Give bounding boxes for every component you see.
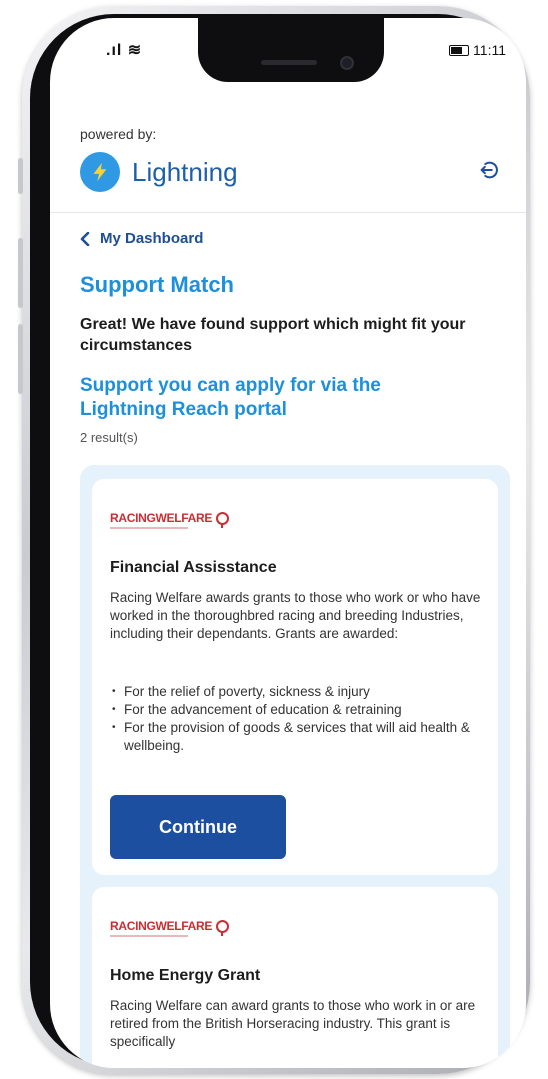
back-label: My Dashboard [100,230,204,247]
brand-logo[interactable]: Lightning [80,152,238,192]
card-title: Financial Assisstance [110,559,277,576]
logo-text: RACINGWELFARE [110,919,213,933]
app-screen: .ıl ≋ 11:11 powered by: Lightning My Das… [50,18,526,1068]
location-pin-icon [216,511,230,528]
volume-up-button [18,238,23,308]
volume-down-button [18,324,23,394]
notch [198,18,384,82]
lightning-bolt-icon [80,152,120,192]
wifi-icon: ≋ [127,42,143,59]
logo-tagline [110,527,188,529]
support-card: RACINGWELFARE Home Energy Grant Racing W… [92,887,498,1068]
status-right: 11:11 [449,42,506,58]
chevron-left-icon [80,231,90,246]
list-item: For the relief of poverty, sickness & in… [110,683,482,701]
intro-text: Great! We have found support which might… [80,316,466,354]
list-item: For the provision of goods & services th… [110,719,482,755]
continue-button[interactable]: Continue [110,795,286,859]
speaker-grille [261,60,317,65]
status-time: 11:11 [473,42,506,58]
results-count: 2 result(s) [80,430,138,445]
logout-icon[interactable] [478,159,500,181]
brand-name: Lightning [132,156,238,187]
page-title: Support Match [80,272,234,297]
card-description: Racing Welfare awards grants to those wh… [110,590,481,641]
eligibility-list: For the relief of poverty, sickness & in… [110,683,482,755]
support-card: RACINGWELFARE Financial Assisstance Raci… [92,479,498,875]
back-to-dashboard-link[interactable]: My Dashboard [80,230,203,247]
racing-welfare-logo: RACINGWELFARE [110,511,230,528]
mute-switch [18,158,23,194]
status-signal: .ıl ≋ [106,40,142,60]
front-camera [340,56,354,70]
battery-icon [449,44,470,56]
list-item: For the advancement of education & retra… [110,701,482,719]
results-panel: RACINGWELFARE Financial Assisstance Raci… [80,465,510,1068]
logo-text: RACINGWELFARE [110,511,213,525]
card-description: Racing Welfare can award grants to those… [110,998,476,1049]
section-title: Support you can apply for via the Lightn… [80,375,381,420]
location-pin-icon [216,919,230,936]
card-title: Home Energy Grant [110,967,261,984]
powered-by-label: powered by: [80,126,157,142]
logo-tagline [110,935,188,937]
racing-welfare-logo: RACINGWELFARE [110,919,230,936]
app-header: powered by: Lightning [50,82,526,213]
signal-icon: .ıl [106,42,123,59]
